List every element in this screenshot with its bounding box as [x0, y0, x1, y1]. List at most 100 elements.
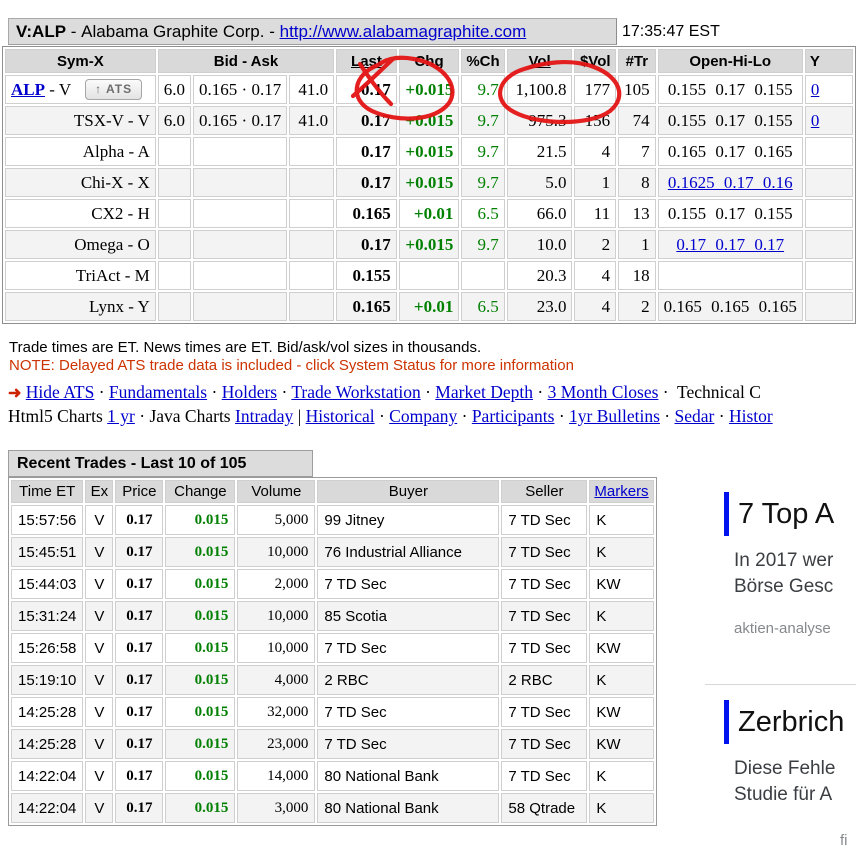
- menu-1yr-bulletins[interactable]: 1yr Bulletins: [569, 406, 660, 426]
- menu-company[interactable]: Company: [389, 406, 457, 426]
- trade-row: 14:25:28 V 0.17 0.015 23,000 7 TD Sec 7 …: [11, 729, 654, 759]
- cell-bid-size: [158, 137, 191, 166]
- symbol-link[interactable]: ALP: [11, 80, 45, 99]
- cell-chg: [399, 261, 460, 290]
- cell-pch: 9.7: [461, 137, 504, 166]
- menu-intraday[interactable]: Intraday: [235, 406, 293, 426]
- menu-holders[interactable]: Holders: [222, 382, 277, 402]
- cell-bid-size: 6.0: [158, 75, 191, 104]
- cell-buyer: 7 TD Sec: [317, 569, 499, 599]
- promo-headline[interactable]: Zerbrich: [724, 700, 856, 744]
- cell-vol: 21.5: [507, 137, 573, 166]
- cell-seller: 7 TD Sec: [501, 537, 587, 567]
- trade-row: 15:45:51 V 0.17 0.015 10,000 76 Industri…: [11, 537, 654, 567]
- open-hi-lo-link[interactable]: 0.17 0.17 0.17: [676, 235, 784, 254]
- ats-toggle-button[interactable]: ↑ ATS: [85, 79, 142, 100]
- cell-bid-size: 6.0: [158, 106, 191, 135]
- trade-row: 14:22:04 V 0.17 0.015 14,000 80 National…: [11, 761, 654, 791]
- cell-change: 0.015: [165, 505, 235, 535]
- promo-headline[interactable]: 7 Top A: [724, 492, 856, 536]
- quote-row-tsxv: TSX-V - V 6.0 0.165 · 0.17 41.0 0.17 +0.…: [5, 106, 853, 135]
- quote-row-chix: Chi-X - X 0.17 +0.015 9.7 5.0 1 8 0.1625…: [5, 168, 853, 197]
- cell-yr: 0: [805, 106, 853, 135]
- cell-ex: V: [85, 697, 113, 727]
- cell-ask-size: [289, 168, 334, 197]
- quote-title-bar: V:ALP - Alabama Graphite Corp. - http://…: [8, 18, 617, 45]
- menu-3-month-closes[interactable]: 3 Month Closes: [548, 382, 659, 402]
- cell-yr: 0: [805, 75, 853, 104]
- cell-ex: V: [85, 793, 113, 823]
- cell-sym: Omega - O: [5, 230, 156, 259]
- cell-ask-size: [289, 230, 334, 259]
- cell-price: 0.17: [115, 665, 163, 695]
- recent-trades-table: Time ET Ex Price Change Volume Buyer Sel…: [8, 477, 657, 826]
- cell-markers: KW: [589, 569, 653, 599]
- trade-row: 15:31:24 V 0.17 0.015 10,000 85 Scotia 7…: [11, 601, 654, 631]
- col-pch: %Ch: [461, 49, 504, 73]
- cell-buyer: 7 TD Sec: [317, 697, 499, 727]
- promo-block-2[interactable]: Zerbrich Diese Fehle Studie für A: [724, 700, 856, 808]
- up-arrow-icon: ↑: [95, 82, 102, 96]
- cell-seller: 7 TD Sec: [501, 729, 587, 759]
- quote-row-lynx: Lynx - Y 0.165 +0.01 6.5 23.0 4 2 0.165 …: [5, 292, 853, 321]
- cell-seller: 7 TD Sec: [501, 697, 587, 727]
- quote-menu: ➜ Hide ATS · Fundamentals · Holders · Tr…: [8, 381, 856, 428]
- cell-seller: 7 TD Sec: [501, 569, 587, 599]
- menu-sedar[interactable]: Sedar: [675, 406, 715, 426]
- menu-trade-workstation[interactable]: Trade Workstation: [291, 382, 420, 402]
- cell-vol: 23.0: [507, 292, 573, 321]
- cell-buyer: 85 Scotia: [317, 601, 499, 631]
- cell-volume: 3,000: [237, 793, 315, 823]
- cell-chg: +0.015: [399, 106, 460, 135]
- ats-delay-note: NOTE: Delayed ATS trade data is included…: [9, 357, 574, 374]
- menu-participants[interactable]: Participants: [472, 406, 555, 426]
- menu-fundamentals[interactable]: Fundamentals: [109, 382, 207, 402]
- cell-last: 0.17: [336, 168, 397, 197]
- cell-buyer: 7 TD Sec: [317, 633, 499, 663]
- cell-change: 0.015: [165, 665, 235, 695]
- cell-chg: +0.01: [399, 199, 460, 228]
- trade-row: 15:57:56 V 0.17 0.015 5,000 99 Jitney 7 …: [11, 505, 654, 535]
- cell-markers: K: [589, 601, 653, 631]
- col-last[interactable]: Last: [336, 49, 397, 73]
- cell-bid-ask: [193, 292, 287, 321]
- open-hi-lo-link[interactable]: 0.1625 0.17 0.16: [668, 173, 793, 192]
- cell-ex: V: [85, 601, 113, 631]
- cell-pch: 9.7: [461, 106, 504, 135]
- cell-sym: Chi-X - X: [5, 168, 156, 197]
- cell-buyer: 7 TD Sec: [317, 729, 499, 759]
- cell-ex: V: [85, 505, 113, 535]
- menu-market-depth[interactable]: Market Depth: [435, 382, 533, 402]
- markers-link[interactable]: Markers: [594, 483, 648, 500]
- cell-change: 0.015: [165, 633, 235, 663]
- cell-yr: [805, 199, 853, 228]
- cell-last: 0.17: [336, 230, 397, 259]
- cell-buyer: 80 National Bank: [317, 761, 499, 791]
- cell-ex: V: [85, 761, 113, 791]
- cell-open-hi-lo: 0.155 0.17 0.155: [658, 199, 803, 228]
- cell-volume: 5,000: [237, 505, 315, 535]
- menu-technical-partial: Technical C: [673, 382, 761, 402]
- menu-hide-ats[interactable]: Hide ATS: [26, 382, 95, 402]
- trade-row: 15:26:58 V 0.17 0.015 10,000 7 TD Sec 7 …: [11, 633, 654, 663]
- cell-bid-ask: [193, 168, 287, 197]
- menu-historical[interactable]: Historical: [306, 406, 375, 426]
- cell-time: 14:22:04: [11, 793, 83, 823]
- ticker-symbol: V:ALP: [16, 22, 66, 42]
- col-vol[interactable]: Vol: [507, 49, 573, 73]
- promo-block-1[interactable]: 7 Top A In 2017 wer Börse Gesc aktien-an…: [724, 492, 856, 637]
- cell-chg: +0.015: [399, 75, 460, 104]
- cell-price: 0.17: [115, 761, 163, 791]
- company-url-link[interactable]: http://www.alabamagraphite.com: [280, 22, 527, 42]
- menu-1yr-chart[interactable]: 1 yr: [107, 406, 135, 426]
- cell-price: 0.17: [115, 601, 163, 631]
- cell-bid-ask: 0.165 · 0.17: [193, 75, 287, 104]
- menu-history-partial[interactable]: Histor: [729, 406, 773, 426]
- cell-bid-size: [158, 168, 191, 197]
- cell-ex: V: [85, 537, 113, 567]
- cell-markers: KW: [589, 633, 653, 663]
- cell-ask-size: [289, 261, 334, 290]
- cell-yr: [805, 230, 853, 259]
- col-change: Change: [165, 480, 235, 503]
- cell-open-hi-lo: 0.165 0.165 0.165: [658, 292, 803, 321]
